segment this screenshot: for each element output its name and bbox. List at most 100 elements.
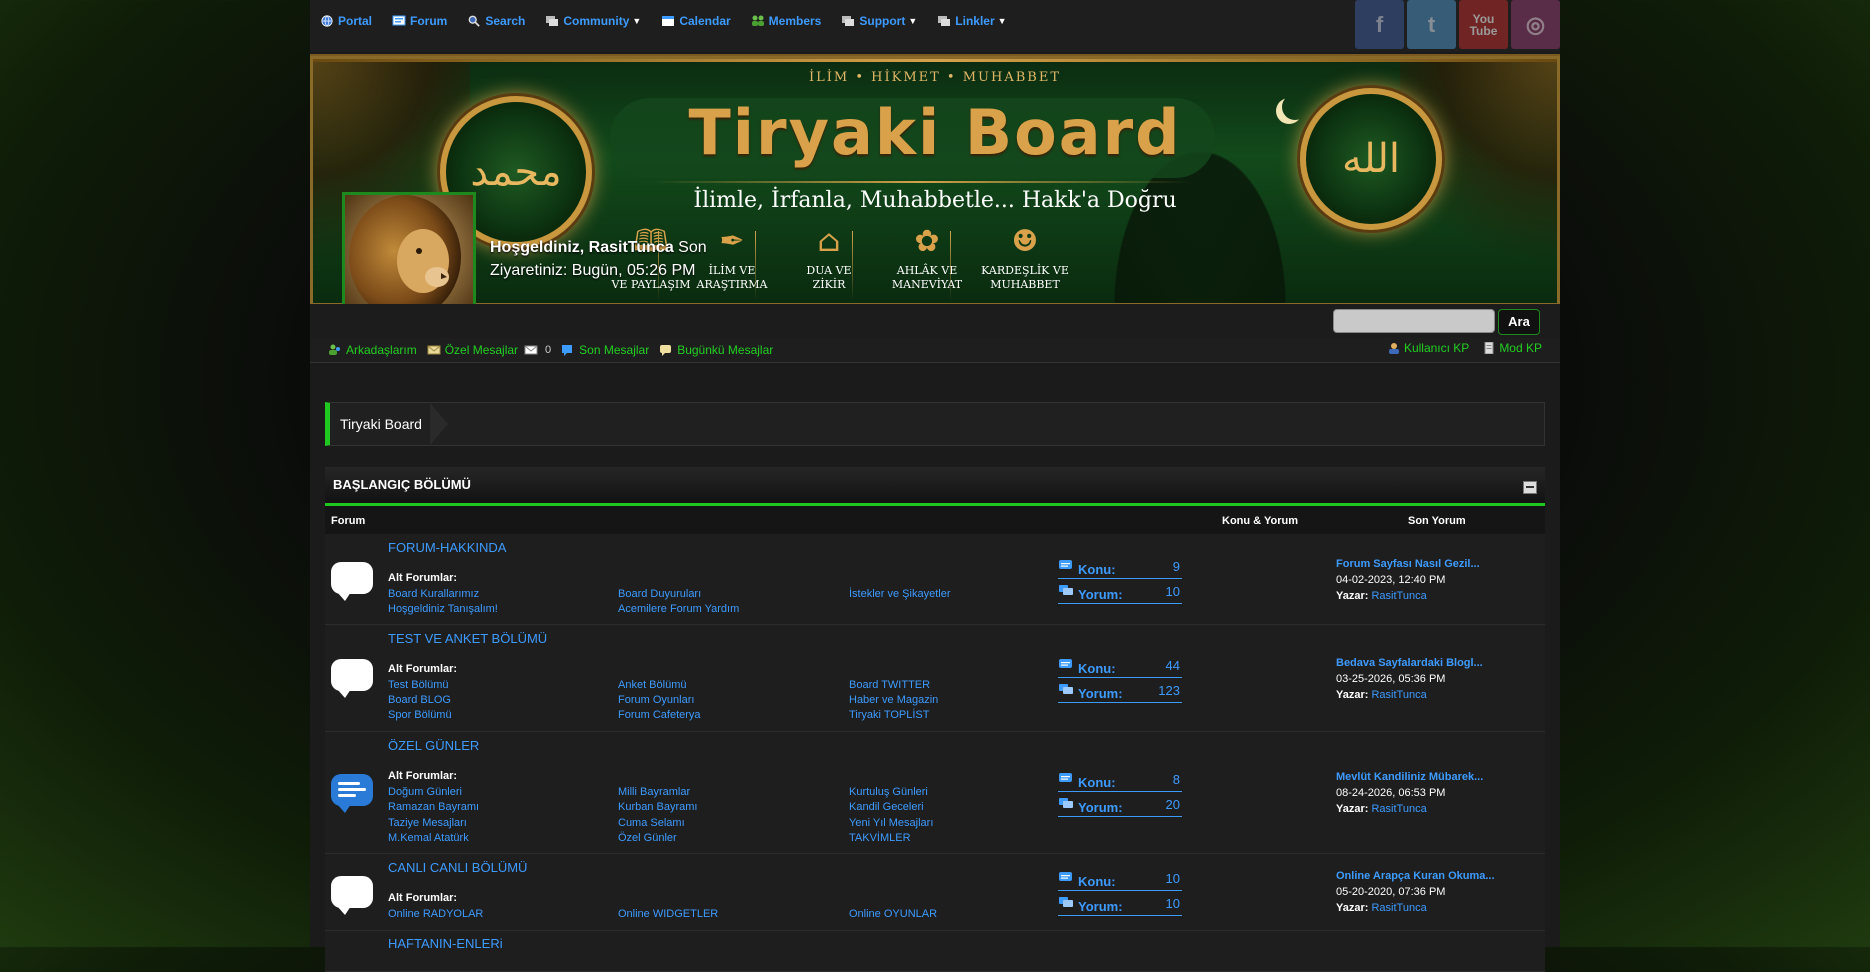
category-divider xyxy=(852,231,853,301)
ucp-link[interactable]: Kullanıcı KP xyxy=(1388,341,1469,355)
recent-posts-link[interactable]: Son Mesajlar xyxy=(561,343,649,357)
collapse-icon[interactable] xyxy=(1523,481,1537,494)
nav-community[interactable]: Community ▼ xyxy=(545,14,641,28)
last-post-date: 04-02-2023, 12:40 PM xyxy=(1336,574,1446,586)
subforum-link[interactable]: Board Kurallarımız xyxy=(388,588,479,600)
category-divider xyxy=(755,231,756,301)
subforum-link[interactable]: Board BLOG xyxy=(388,694,451,706)
subforums-label-text: Alt Forumlar xyxy=(388,572,454,584)
nav-members[interactable]: Members xyxy=(751,14,822,28)
posts-icon xyxy=(1059,798,1073,808)
forum-name[interactable]: HAFTANIN-ENLERi xyxy=(388,936,503,951)
forum-read-icon xyxy=(331,876,373,915)
subforum-link[interactable]: Taziye Mesajları xyxy=(388,817,467,829)
today-posts-link[interactable]: Bugünkü Mesajlar xyxy=(659,343,773,357)
youtube-icon[interactable]: You Tube xyxy=(1459,0,1508,49)
subforum-link[interactable]: Test Bölümü xyxy=(388,679,449,691)
subforum-link[interactable]: M.Kemal Atatürk xyxy=(388,832,469,844)
subforum-link[interactable]: Online RADYOLAR xyxy=(388,908,483,920)
author-link[interactable]: RasitTunca xyxy=(1371,803,1426,815)
subforum-link[interactable]: Milli Bayramlar xyxy=(618,786,690,798)
nav-linkler[interactable]: Linkler ▼ xyxy=(937,14,1007,28)
search-input[interactable] xyxy=(1333,309,1495,333)
subforum-link[interactable]: Cuma Selamı xyxy=(618,817,685,829)
nav-calendar[interactable]: Calendar xyxy=(661,14,731,28)
last-post: Forum Sayfası Nasıl Gezil... 04-02-2023,… xyxy=(1336,558,1480,602)
mcp-link[interactable]: Mod KP xyxy=(1483,341,1542,355)
cat-line2: MANEVİYAT xyxy=(891,278,963,291)
post-value: 20 xyxy=(1165,797,1180,812)
subforum-link[interactable]: Board Duyuruları xyxy=(618,588,701,600)
post-count: Yorum: 123 xyxy=(1058,680,1182,703)
friends-link[interactable]: Arkadaşlarım xyxy=(328,343,417,357)
subforum-link[interactable]: İstekler ve Şikayetler xyxy=(849,588,950,600)
chat-icon xyxy=(938,16,951,26)
breadcrumb-home[interactable]: Tiryaki Board xyxy=(340,416,422,432)
mail-icon xyxy=(524,345,538,355)
subforum-link[interactable]: Doğum Günleri xyxy=(388,786,462,798)
subforum-link[interactable]: Özel Günler xyxy=(618,832,677,844)
forum-name[interactable]: CANLI CANLI BÖLÜMÜ xyxy=(388,860,527,875)
post-value: 123 xyxy=(1158,683,1180,698)
subforum-link[interactable]: TAKVİMLER xyxy=(849,832,911,844)
twitter-icon[interactable]: t xyxy=(1407,0,1456,49)
breadcrumb-arrow xyxy=(430,403,448,445)
subforum-link[interactable]: Ramazan Bayramı xyxy=(388,801,479,813)
topic-count: Konu: 9 xyxy=(1058,556,1182,579)
subforum-link[interactable]: Online OYUNLAR xyxy=(849,908,937,920)
chevron-down-icon: ▼ xyxy=(997,16,1007,26)
subforum-link[interactable]: Forum Cafeterya xyxy=(618,709,701,721)
subforum-link[interactable]: Forum Oyunları xyxy=(618,694,694,706)
subforum-link[interactable]: Kurban Bayramı xyxy=(618,801,697,813)
subforum-link[interactable]: Online WIDGETLER xyxy=(618,908,718,920)
forum-row: TEST VE ANKET BÖLÜMÜ Alt Forumlar: Test … xyxy=(325,625,1545,732)
nav-members-label: Members xyxy=(768,14,822,28)
author-link[interactable]: RasitTunca xyxy=(1371,689,1426,701)
author-link[interactable]: RasitTunca xyxy=(1371,590,1426,602)
topic-icon xyxy=(1059,659,1072,668)
instagram-icon[interactable]: ◎ xyxy=(1511,0,1560,49)
forum-row: FORUM-HAKKINDA Alt Forumlar: Board Kural… xyxy=(325,534,1545,625)
forum-read-icon xyxy=(331,659,373,698)
subforum-link[interactable]: Hoşgeldiniz Tanışalım! xyxy=(388,603,498,615)
envelope-icon xyxy=(427,345,441,355)
subforum-link[interactable]: Spor Bölümü xyxy=(388,709,452,721)
topic-value: 9 xyxy=(1172,559,1180,574)
last-post-title[interactable]: Mevlüt Kandiliniz Mübarek... xyxy=(1336,771,1483,783)
subforum-link[interactable]: Haber ve Magazin xyxy=(849,694,938,706)
forum-name[interactable]: ÖZEL GÜNLER xyxy=(388,738,479,753)
subforum-link[interactable]: Kandil Geceleri xyxy=(849,801,924,813)
search-button[interactable]: Ara xyxy=(1498,309,1540,335)
last-post-author: Yazar: RasitTunca xyxy=(1336,689,1483,701)
subforum-link[interactable]: Kurtuluş Günleri xyxy=(849,786,928,798)
subforum-link[interactable]: Tiryaki TOPLİST xyxy=(849,709,929,721)
facebook-icon[interactable]: f xyxy=(1355,0,1404,49)
last-post-title[interactable]: Online Arapça Kuran Okuma... xyxy=(1336,870,1495,882)
topic-count: Konu: 10 xyxy=(1058,868,1182,891)
mosque-icon: ⌂ xyxy=(817,224,841,259)
nav-support-label: Support xyxy=(859,14,906,28)
nav-list: Portal Forum Search Community ▼ Calendar xyxy=(320,14,1027,28)
magnifier-icon xyxy=(468,15,481,27)
subforum-link[interactable]: Board TWITTER xyxy=(849,679,930,691)
nav-forum[interactable]: Forum xyxy=(392,14,447,28)
posts-icon xyxy=(1059,684,1073,694)
nav-search[interactable]: Search xyxy=(467,14,525,28)
subforum-link[interactable]: Anket Bölümü xyxy=(618,679,686,691)
pm-link[interactable]: Özel Mesajlar 0 xyxy=(427,343,551,357)
last-post-title[interactable]: Forum Sayfası Nasıl Gezil... xyxy=(1336,558,1480,570)
topic-label: Konu: xyxy=(1078,775,1116,790)
col-topics-posts: Konu & Yorum xyxy=(1222,515,1298,527)
forum-name[interactable]: TEST VE ANKET BÖLÜMÜ xyxy=(388,631,547,646)
author-link[interactable]: RasitTunca xyxy=(1371,902,1426,914)
subforum-link[interactable]: Acemilere Forum Yardım xyxy=(618,603,739,615)
nav-support[interactable]: Support ▼ xyxy=(841,14,917,28)
last-post: Online Arapça Kuran Okuma... 05-20-2020,… xyxy=(1336,870,1495,914)
subforum-link[interactable]: Yeni Yıl Mesajları xyxy=(849,817,933,829)
nav-portal[interactable]: Portal xyxy=(320,14,372,28)
forum-name[interactable]: FORUM-HAKKINDA xyxy=(388,540,506,555)
last-post-title[interactable]: Bedava Sayfalardaki Blogl... xyxy=(1336,657,1483,669)
cat-line1: KARDEŞLİK VE xyxy=(981,264,1069,277)
section-title[interactable]: BAŞLANGIÇ BÖLÜMÜ xyxy=(333,477,471,492)
nav-portal-label: Portal xyxy=(338,14,373,28)
